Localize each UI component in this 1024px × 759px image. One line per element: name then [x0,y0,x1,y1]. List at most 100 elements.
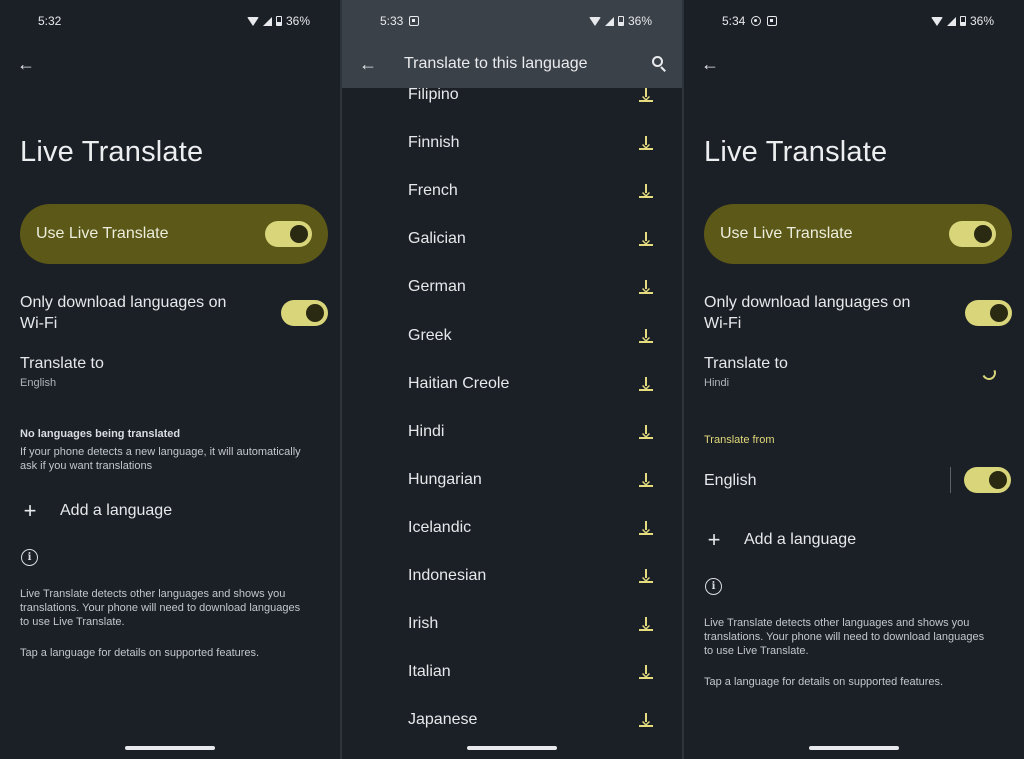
language-name: Haitian Creole [408,374,510,392]
language-list-item[interactable]: Greek [342,318,682,366]
info-tip: Tap a language for details on supported … [704,676,944,688]
vertical-separator [950,467,951,493]
language-name: Irish [408,615,439,633]
language-name: Finnish [408,134,460,152]
add-language-button[interactable]: + Add a language [704,529,857,551]
status-bar: 5:33 36% [342,0,682,40]
use-live-translate-card[interactable]: Use Live Translate [20,204,328,264]
home-indicator[interactable] [125,746,215,750]
language-list-item[interactable]: Indonesian [342,558,682,606]
language-list-item[interactable]: Icelandic [342,510,682,558]
battery-percent: 36% [627,14,652,28]
screen-live-translate-initial: 5:32 36% ← Live Translate Use Live Trans… [0,0,340,759]
language-list-item[interactable]: French [342,173,682,221]
language-list-item[interactable]: Galician [342,221,682,269]
info-line2: translations. Your phone will need to do… [20,602,301,614]
wifi-only-toggle[interactable] [281,300,328,326]
translate-to-label[interactable]: Translate to [20,353,104,374]
wifi-only-label-line1: Only download languages on [704,294,911,311]
download-icon[interactable] [639,520,653,535]
language-name: Filipino [408,86,459,103]
loading-spinner-icon [980,364,998,382]
screen-live-translate-configured: 5:34 36% ← Live Translate Use Live Trans… [684,0,1024,759]
download-icon[interactable] [639,184,653,199]
use-live-translate-toggle[interactable] [265,221,312,247]
download-icon[interactable] [639,280,653,295]
add-language-button[interactable]: + Add a language [20,498,173,523]
app-bar-title: Translate to this language [404,55,588,72]
add-language-label: Add a language [60,502,173,519]
download-icon[interactable] [639,88,653,102]
language-list-item[interactable]: Italian [342,654,682,702]
download-icon[interactable] [639,472,653,487]
status-bar: 5:34 36% [684,0,1024,40]
app-bar: 5:33 36% ← Translate to this language [342,0,682,88]
info-description: Live Translate detects other languages a… [20,587,300,629]
info-tip: Tap a language for details on supported … [20,647,260,659]
battery-percent: 36% [285,14,310,28]
wifi-icon [930,16,943,26]
use-live-translate-toggle[interactable] [949,221,996,247]
notification-icon [751,16,762,26]
download-icon[interactable] [639,569,653,583]
language-list-item[interactable]: Hungarian [342,462,682,510]
back-arrow-icon[interactable]: ← [700,54,720,74]
back-arrow-icon[interactable]: ← [16,54,36,74]
download-icon[interactable] [639,665,653,680]
wifi-only-label-line2: Wi-Fi [20,315,58,332]
cellular-icon [262,16,272,26]
language-name: Hungarian [408,470,482,488]
download-icon[interactable] [639,232,653,247]
wifi-only-label-line2: Wi-Fi [704,315,742,332]
translate-to-label[interactable]: Translate to [704,353,788,374]
language-name: Galician [408,230,466,248]
translate-to-value: English [20,377,57,389]
download-icon[interactable] [639,424,653,439]
language-list-item[interactable]: Hindi [342,414,682,462]
download-icon[interactable] [639,376,653,391]
download-icon[interactable] [639,136,653,151]
plus-icon: + [23,498,37,523]
language-name: Icelandic [408,518,472,536]
download-icon[interactable] [639,328,653,343]
home-indicator[interactable] [809,746,899,750]
language-list-item[interactable]: Finnish [342,125,682,173]
wifi-icon [246,16,259,26]
page-title: Live Translate [20,136,204,168]
cellular-icon [946,16,956,26]
translate-from-item-label[interactable]: English [704,470,756,491]
no-languages-line2: ask if you want translations [20,460,153,472]
translate-to-value: Hindi [704,377,730,389]
info-line1: Live Translate detects other languages a… [20,588,286,600]
translate-from-item-toggle[interactable] [964,467,1011,493]
language-list-item[interactable]: Irish [342,606,682,654]
info-line1: Live Translate detects other languages a… [704,617,970,629]
no-languages-heading: No languages being translated [20,428,181,440]
no-languages-line1: If your phone detects a new language, it… [20,446,301,458]
battery-icon [959,16,966,26]
download-icon[interactable] [639,713,653,728]
language-name: German [408,278,466,296]
language-name: Japanese [408,711,478,729]
language-name: Hindi [408,422,445,440]
home-indicator[interactable] [467,746,557,750]
search-icon[interactable] [652,56,668,72]
use-live-translate-card[interactable]: Use Live Translate [704,204,1012,264]
battery-percent: 36% [969,14,994,28]
language-name: Italian [408,663,451,681]
battery-icon [617,16,624,26]
status-time: 5:33 [380,14,404,28]
wifi-only-label[interactable]: Only download languages on Wi-Fi [704,292,910,334]
wifi-icon [588,16,601,26]
no-languages-description: If your phone detects a new language, it… [20,445,301,473]
language-name: French [408,182,458,200]
wifi-only-label[interactable]: Only download languages on Wi-Fi [20,292,226,334]
language-list-item[interactable]: Haitian Creole [342,366,682,414]
wifi-only-toggle[interactable] [965,300,1012,326]
back-arrow-icon[interactable]: ← [358,54,378,74]
download-icon[interactable] [639,617,653,632]
language-list-item[interactable]: German [342,269,682,317]
screen-translate-to-language: Filipino Finnish French Galician German Greek… [342,0,682,759]
language-list-item[interactable]: Japanese [342,702,682,750]
battery-icon [275,16,282,26]
